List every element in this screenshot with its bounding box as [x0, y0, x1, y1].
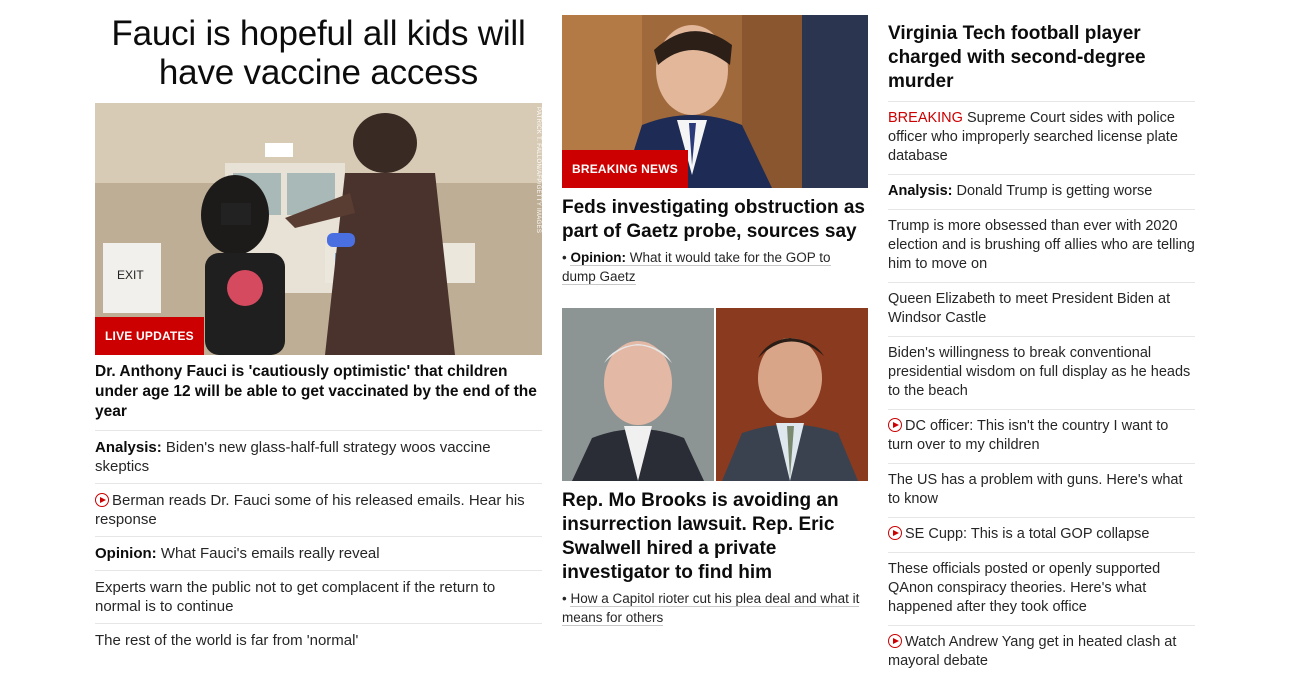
list-item[interactable]: The US has a problem with guns. Here's w… [888, 464, 1195, 518]
middle-column: BREAKING NEWS Feds investigating obstruc… [562, 0, 868, 627]
story-text: Watch Andrew Yang get in heated clash at… [888, 634, 1177, 669]
video-play-icon [888, 418, 902, 432]
gaetz-photo[interactable]: BREAKING NEWS [562, 15, 868, 188]
brooks-swalwell-photo[interactable] [562, 308, 868, 481]
story-text: Queen Elizabeth to meet President Biden … [888, 291, 1171, 326]
story-text: DC officer: This isn't the country I wan… [888, 418, 1169, 453]
list-item[interactable]: Queen Elizabeth to meet President Biden … [888, 283, 1195, 337]
brooks-swalwell-photo-illustration [562, 308, 868, 481]
list-item[interactable]: DC officer: This isn't the country I wan… [888, 410, 1195, 464]
virginia-tech-headline[interactable]: Virginia Tech football player charged wi… [888, 22, 1195, 102]
top-stories-list: BREAKING Supreme Court sides with police… [888, 102, 1195, 679]
story-label: Opinion: [570, 250, 626, 265]
capitol-rioter-link[interactable]: • How a Capitol rioter cut his plea deal… [562, 589, 868, 627]
list-item[interactable]: Experts warn the public not to get compl… [95, 571, 542, 624]
story-text: What Fauci's emails really reveal [156, 545, 380, 562]
list-item[interactable]: Watch Andrew Yang get in heated clash at… [888, 626, 1195, 679]
svg-text:EXIT: EXIT [117, 268, 144, 282]
lead-story-headline[interactable]: Dr. Anthony Fauci is 'cautiously optimis… [95, 362, 542, 431]
gaetz-related-link[interactable]: • Opinion: What it would take for the GO… [562, 248, 868, 286]
story-label: Opinion: [95, 545, 157, 562]
story-text: SE Cupp: This is a total GOP collapse [905, 526, 1150, 542]
list-item[interactable]: Analysis: Donald Trump is getting worse [888, 175, 1195, 210]
brooks-headline[interactable]: Rep. Mo Brooks is avoiding an insurrecti… [562, 489, 868, 585]
story-text: These officials posted or openly support… [888, 561, 1161, 615]
list-item[interactable]: These officials posted or openly support… [888, 553, 1195, 626]
story-label: Analysis: [888, 183, 953, 199]
list-item[interactable]: The rest of the world is far from 'norma… [95, 624, 542, 657]
story-text: How a Capitol rioter cut his plea deal a… [562, 591, 860, 626]
gaetz-headline[interactable]: Feds investigating obstruction as part o… [562, 196, 868, 244]
list-item[interactable]: Trump is more obsessed than ever with 20… [888, 210, 1195, 283]
story-text: Trump is more obsessed than ever with 20… [888, 218, 1195, 272]
hero-headline[interactable]: Fauci is hopeful all kids will have vacc… [95, 14, 542, 103]
story-text: The US has a problem with guns. Here's w… [888, 472, 1183, 507]
story-text: The rest of the world is far from 'norma… [95, 632, 359, 649]
breaking-tag: BREAKING [888, 110, 963, 126]
list-item[interactable]: BREAKING Supreme Court sides with police… [888, 102, 1195, 175]
story-text: Biden's willingness to break conventiona… [888, 345, 1191, 399]
list-item[interactable]: Berman reads Dr. Fauci some of his relea… [95, 484, 542, 537]
story-text: Berman reads Dr. Fauci some of his relea… [95, 492, 525, 528]
live-updates-badge[interactable]: LIVE UPDATES [95, 317, 204, 355]
list-item[interactable]: SE Cupp: This is a total GOP collapse [888, 518, 1195, 553]
story-label: Analysis: [95, 439, 162, 456]
vaccine-photo[interactable]: EXIT PATRICK T. FALLON/AFP/GETTY IMAGES … [95, 103, 542, 355]
list-item[interactable]: Opinion: What Fauci's emails really reve… [95, 537, 542, 571]
breaking-news-badge[interactable]: BREAKING NEWS [562, 150, 688, 188]
right-column: Virginia Tech football player charged wi… [888, 0, 1195, 679]
story-text: Donald Trump is getting worse [952, 183, 1153, 199]
list-item[interactable]: Biden's willingness to break conventiona… [888, 337, 1195, 410]
video-play-icon [95, 493, 109, 507]
story-text: Experts warn the public not to get compl… [95, 579, 496, 615]
lead-column: Fauci is hopeful all kids will have vacc… [95, 0, 542, 657]
photo-credit: PATRICK T. FALLON/AFP/GETTY IMAGES [535, 107, 541, 234]
related-story-list: Analysis: Biden's new glass-half-full st… [95, 431, 542, 657]
video-play-icon [888, 526, 902, 540]
video-play-icon [888, 634, 902, 648]
list-item[interactable]: Analysis: Biden's new glass-half-full st… [95, 431, 542, 484]
